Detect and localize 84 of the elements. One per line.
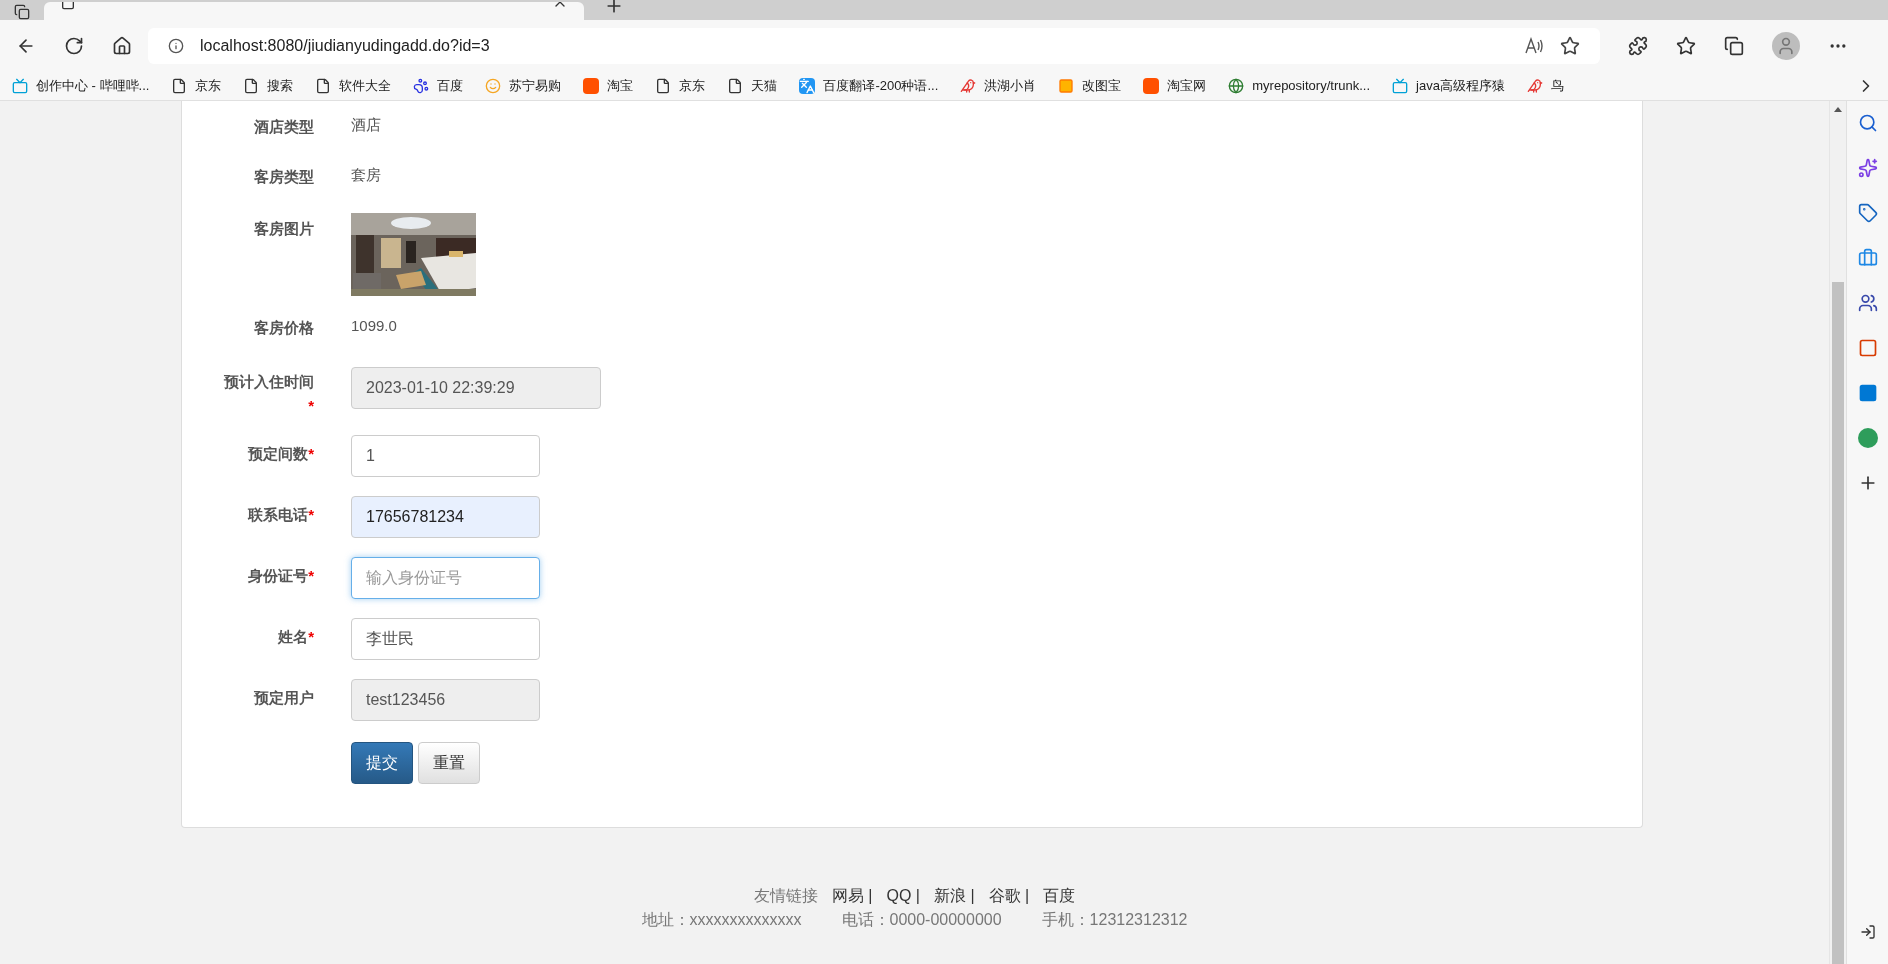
required-mark: * xyxy=(308,567,314,584)
field-value: 1099.0 xyxy=(351,316,397,336)
scrollbar-thumb[interactable] xyxy=(1832,282,1844,964)
bookmark-link[interactable]: 天猫 xyxy=(751,76,778,96)
footer-link[interactable]: 百度 xyxy=(1043,884,1076,908)
links-label: 友情链接 xyxy=(753,886,818,906)
bird-icon xyxy=(960,78,977,94)
page-icon xyxy=(243,78,260,94)
search-icon[interactable] xyxy=(1857,113,1878,133)
field-label: 客房价格 xyxy=(254,319,314,336)
tv-icon xyxy=(12,78,28,94)
tab-actions-icon[interactable] xyxy=(14,4,30,20)
contact-text: 地址：xxxxxxxxxxxxxx xyxy=(641,910,802,930)
field-label: 预定用户 xyxy=(254,689,314,706)
field-label: 预计入住时间 xyxy=(224,373,314,390)
page-icon xyxy=(171,78,188,94)
contact-text: 手机：12312312312 xyxy=(1041,910,1188,930)
footer-link[interactable]: 网易 | xyxy=(831,884,873,908)
bookmark-link[interactable]: 百度翻译-200种语... xyxy=(823,76,939,96)
field-label: 身份证号 xyxy=(248,567,309,584)
home-icon[interactable] xyxy=(112,36,132,56)
input-field[interactable]: 17656781234 xyxy=(351,496,540,538)
page-icon xyxy=(315,78,332,94)
bookmark-link[interactable]: 搜索 xyxy=(267,76,294,96)
favorite-icon[interactable] xyxy=(1560,36,1580,56)
globe-icon xyxy=(1228,78,1245,94)
field-label: 客房图片 xyxy=(254,220,314,237)
bookmark-link[interactable]: 淘宝网 xyxy=(1167,76,1207,96)
tv-icon xyxy=(1392,78,1408,94)
tag-icon[interactable] xyxy=(1857,203,1878,223)
bookmark-link[interactable]: 改图宝 xyxy=(1082,76,1122,96)
briefcase-icon[interactable] xyxy=(1857,248,1878,268)
favorites-icon[interactable] xyxy=(1676,36,1696,56)
field-label: 酒店类型 xyxy=(254,118,314,135)
required-mark: * xyxy=(308,397,314,414)
bookmark-link[interactable]: 苏宁易购 xyxy=(509,76,562,96)
extensions-icon[interactable] xyxy=(1628,36,1648,56)
input-field[interactable]: 1 xyxy=(351,435,540,477)
field-label: 联系电话 xyxy=(248,506,309,523)
page-icon xyxy=(655,78,672,94)
people-icon[interactable] xyxy=(1857,293,1878,313)
read-aloud-icon[interactable] xyxy=(1524,37,1544,55)
sidebar-toggle-icon[interactable] xyxy=(1859,924,1876,940)
required-mark: * xyxy=(308,445,314,462)
sparkle-icon[interactable] xyxy=(1857,158,1878,178)
input-field[interactable]: 李世民 xyxy=(351,618,540,660)
field-label: 客房类型 xyxy=(254,168,314,185)
bookmark-link[interactable]: 京东 xyxy=(195,76,222,96)
tao-icon xyxy=(1143,78,1160,94)
face-icon xyxy=(485,78,502,94)
profile-avatar[interactable] xyxy=(1772,32,1800,60)
page-icon xyxy=(727,78,744,94)
contact-text: 电话：0000-00000000 xyxy=(841,910,1002,930)
bookmark-link[interactable]: java高级程序猿 xyxy=(1416,76,1505,96)
bookmark-link[interactable]: 京东 xyxy=(679,76,706,96)
translate-icon xyxy=(799,78,816,94)
bookmark-link[interactable]: 百度 xyxy=(437,76,464,96)
footer-link[interactable]: QQ | xyxy=(886,884,920,908)
tao-icon xyxy=(583,78,600,94)
address-bar[interactable]: localhost:8080/jiudianyudingadd.do?id=3 xyxy=(148,28,1600,64)
bookmark-link[interactable]: 创作中心 - 哔哩哔... xyxy=(36,76,150,96)
paw-icon xyxy=(413,78,430,94)
input-field[interactable]: 输入身份证号 xyxy=(351,557,540,599)
required-mark: * xyxy=(308,628,314,645)
url-text: localhost:8080/jiudianyudingadd.do?id=3 xyxy=(200,36,490,56)
square-icon xyxy=(1058,78,1075,94)
collections-icon[interactable] xyxy=(1724,36,1744,56)
footer-link[interactable]: 新浪 | xyxy=(933,884,975,908)
required-mark: * xyxy=(308,506,314,523)
field-label: 预定间数 xyxy=(248,445,309,462)
info-icon xyxy=(168,38,184,54)
field-value: 套房 xyxy=(351,165,381,185)
reset-button[interactable]: 重置 xyxy=(418,742,480,784)
reload-icon[interactable] xyxy=(64,36,84,56)
bookmark-link[interactable]: 鸟 xyxy=(1550,76,1564,96)
field-value: 酒店 xyxy=(351,115,381,135)
footer-link[interactable]: 谷歌 | xyxy=(988,884,1030,908)
bird-icon xyxy=(1526,78,1543,94)
submit-button[interactable]: 提交 xyxy=(351,742,413,784)
bookmark-link[interactable]: 淘宝 xyxy=(607,76,634,96)
field-label: 姓名 xyxy=(278,628,309,645)
bookmark-link[interactable]: 软件大全 xyxy=(339,76,392,96)
bookmark-link[interactable]: 洪湖小肖 xyxy=(984,76,1037,96)
bookmark-link[interactable]: myrepository/trunk... xyxy=(1252,76,1370,96)
